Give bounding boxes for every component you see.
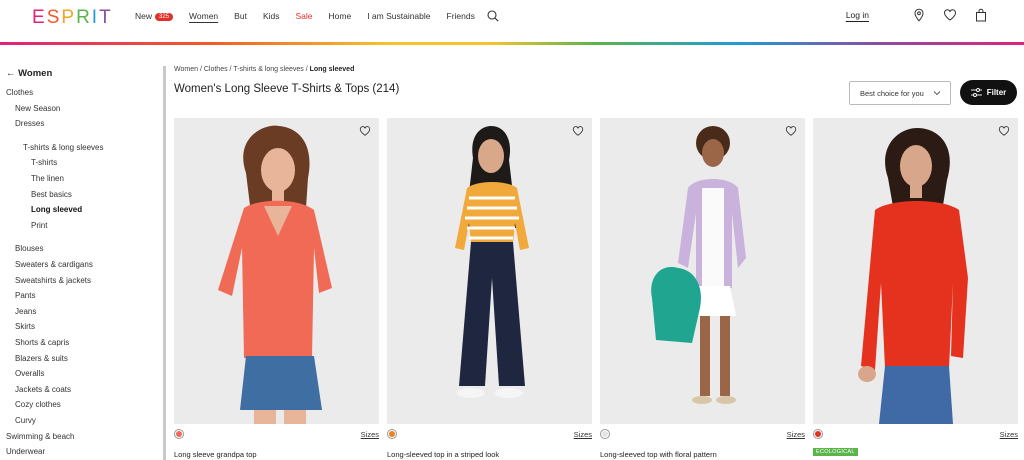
nav-women[interactable]: Women: [189, 11, 218, 21]
nav-new[interactable]: New 325: [135, 11, 174, 21]
filter-button[interactable]: Filter: [960, 80, 1017, 105]
sidebar-item[interactable]: Dresses: [15, 119, 44, 128]
color-swatch[interactable]: [600, 429, 610, 439]
sidebar-item[interactable]: Print: [31, 221, 47, 230]
breadcrumb-current: Long sleeved: [309, 66, 355, 73]
back-to-women-link[interactable]: ← Women: [6, 68, 52, 79]
site-header: ESPRIT New 325 Women But Kids Sale Home I…: [0, 0, 1024, 42]
product-image[interactable]: [387, 118, 592, 424]
color-swatch[interactable]: [387, 429, 397, 439]
search-icon[interactable]: [487, 10, 499, 22]
sidebar-item[interactable]: Blouses: [15, 244, 43, 253]
sidebar-item[interactable]: Sweatshirts & jackets: [15, 276, 91, 285]
sidebar-item[interactable]: Overalls: [15, 369, 44, 378]
model-photo: [174, 118, 379, 424]
chevron-down-icon: [933, 91, 941, 96]
sidebar-item[interactable]: Skirts: [15, 322, 35, 331]
nav-friends[interactable]: Friends: [447, 11, 475, 21]
breadcrumb-women[interactable]: Women: [174, 66, 198, 73]
product-card[interactable]: Sizes Long-sleeved top with floral patte…: [600, 118, 805, 460]
login-link[interactable]: Log in: [846, 10, 869, 20]
product-card[interactable]: Sizes Long sleeve grandpa top: [174, 118, 379, 460]
new-count-badge: 325: [155, 13, 174, 21]
product-image[interactable]: [600, 118, 805, 424]
wishlist-heart-icon[interactable]: [998, 125, 1010, 137]
sizes-link[interactable]: Sizes: [787, 430, 805, 439]
model-photo: [387, 118, 592, 424]
sidebar-item[interactable]: Underwear: [6, 447, 45, 456]
location-pin-icon[interactable]: [912, 8, 926, 22]
sidebar-item[interactable]: Curvy: [15, 416, 36, 425]
model-photo: [813, 118, 1018, 424]
nav-kids[interactable]: Kids: [263, 11, 280, 21]
swatch-fill: [602, 431, 608, 437]
account-nav: Log in: [846, 8, 988, 22]
sizes-link[interactable]: Sizes: [574, 430, 592, 439]
swatch-fill: [176, 431, 182, 437]
nav-sustainable[interactable]: I am Sustainable: [367, 11, 430, 21]
ecological-badge: ECOLOGICAL: [813, 448, 858, 456]
sizes-link[interactable]: Sizes: [361, 430, 379, 439]
sidebar-item[interactable]: New Season: [15, 104, 60, 113]
breadcrumb-tshirts[interactable]: T-shirts & long sleeves: [233, 66, 303, 73]
page-title: Women's Long Sleeve T-Shirts & Tops (214…: [174, 83, 400, 95]
sidebar-item[interactable]: Cozy clothes: [15, 400, 61, 409]
sort-dropdown[interactable]: Best choice for you: [849, 81, 951, 105]
product-card[interactable]: Sizes ECOLOGICAL: [813, 118, 1018, 460]
sidebar-item[interactable]: Long sleeved: [31, 205, 82, 214]
sidebar-scrollbar[interactable]: [163, 66, 166, 460]
sidebar-item[interactable]: Clothes: [6, 88, 33, 97]
sidebar-item[interactable]: Sweaters & cardigans: [15, 260, 93, 269]
nav-sale[interactable]: Sale: [295, 11, 312, 21]
sidebar-item[interactable]: Blazers & suits: [15, 354, 68, 363]
product-card[interactable]: Sizes Long-sleeved top in a striped look: [387, 118, 592, 460]
product-name[interactable]: Long-sleeved top with floral pattern: [600, 450, 717, 459]
product-name[interactable]: Long-sleeved top in a striped look: [387, 450, 499, 459]
model-photo: [600, 118, 805, 424]
swatch-fill: [815, 431, 821, 437]
sort-value: Best choice for you: [860, 89, 924, 98]
main-nav: New 325 Women But Kids Sale Home I am Sus…: [135, 11, 491, 21]
breadcrumb-clothes[interactable]: Clothes: [204, 66, 228, 73]
product-image[interactable]: [813, 118, 1018, 424]
esprit-logo[interactable]: ESPRIT: [32, 7, 113, 29]
color-swatch[interactable]: [813, 429, 823, 439]
sliders-icon: [970, 88, 982, 97]
wishlist-heart-icon[interactable]: [359, 125, 371, 137]
sidebar-item[interactable]: Pants: [15, 291, 35, 300]
heart-icon[interactable]: [943, 8, 957, 22]
breadcrumb: Women / Clothes / T-shirts & long sleeve…: [174, 66, 355, 73]
sidebar-item[interactable]: The linen: [31, 174, 64, 183]
swatch-fill: [389, 431, 395, 437]
nav-but[interactable]: But: [234, 11, 247, 21]
wishlist-heart-icon[interactable]: [785, 125, 797, 137]
wishlist-heart-icon[interactable]: [572, 125, 584, 137]
sidebar-item[interactable]: Swimming & beach: [6, 432, 74, 441]
sidebar-item[interactable]: Shorts & capris: [15, 338, 69, 347]
sidebar-item[interactable]: Best basics: [31, 190, 72, 199]
product-name[interactable]: Long sleeve grandpa top: [174, 450, 257, 459]
sizes-link[interactable]: Sizes: [1000, 430, 1018, 439]
sidebar-item[interactable]: Jeans: [15, 307, 36, 316]
category-sidebar: ← Women Clothes New Season Dresses T-shirts…: [0, 60, 165, 460]
color-swatch[interactable]: [174, 429, 184, 439]
sidebar-item[interactable]: T-shirts: [31, 158, 57, 167]
rainbow-divider: [0, 42, 1024, 45]
nav-home[interactable]: Home: [329, 11, 352, 21]
sidebar-item[interactable]: T-shirts & long sleeves: [23, 143, 103, 152]
product-image[interactable]: [174, 118, 379, 424]
sidebar-item[interactable]: Jackets & coats: [15, 385, 71, 394]
shopping-bag-icon[interactable]: [974, 8, 988, 22]
